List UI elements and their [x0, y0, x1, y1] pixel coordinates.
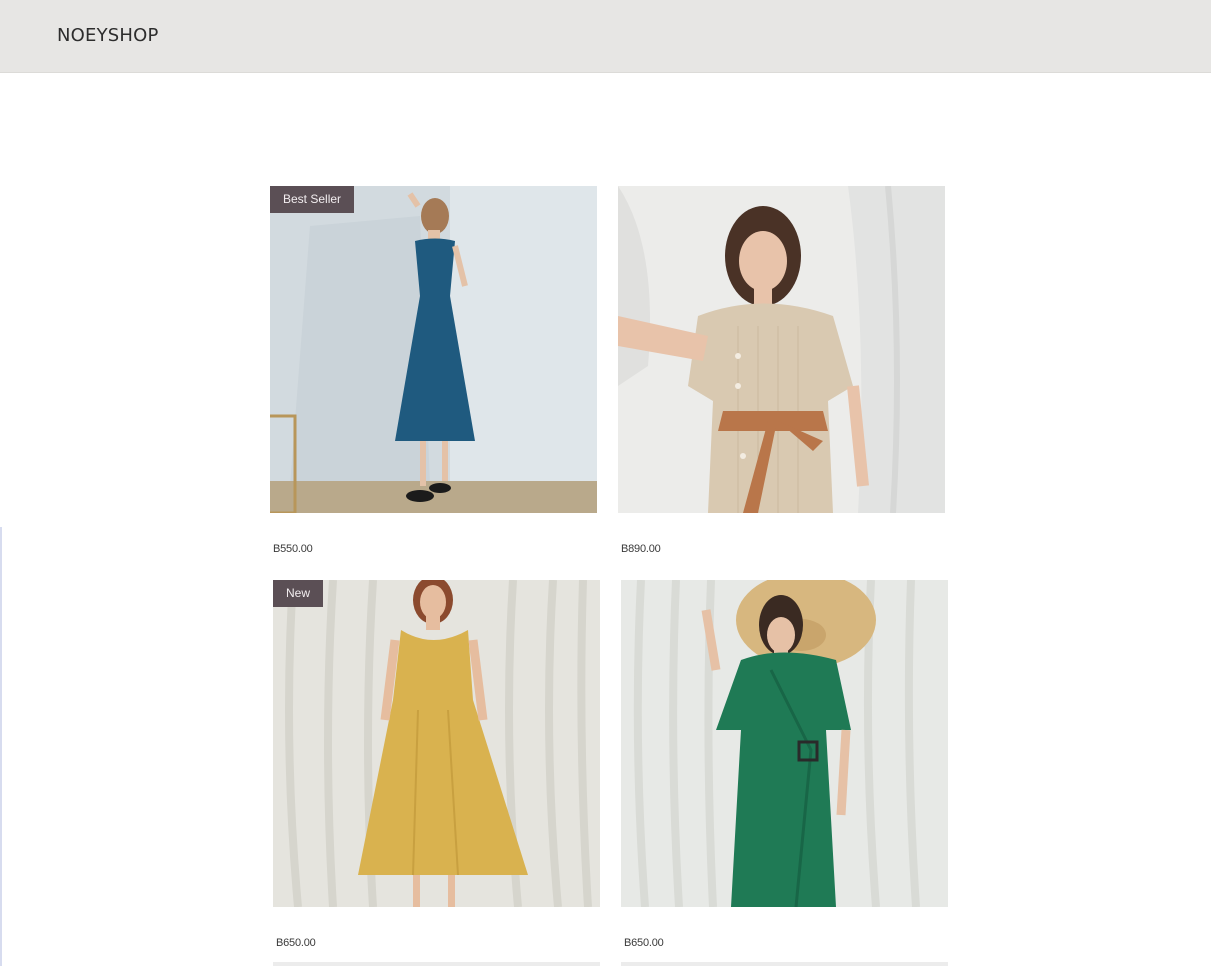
- next-row-card-top: [273, 962, 600, 966]
- brand-logo[interactable]: NOEYSHOP: [57, 25, 159, 46]
- product-price: B890.00: [621, 543, 661, 555]
- product-photo-beige-dress: [618, 186, 945, 513]
- site-header: NOEYSHOP: [0, 0, 1211, 73]
- product-image[interactable]: New: [273, 580, 600, 907]
- left-edge-strip: [0, 527, 2, 966]
- product-price: B650.00: [276, 937, 316, 949]
- product-photo-yellow-dress: [273, 580, 600, 907]
- product-price: B650.00: [624, 937, 664, 949]
- next-row-card-top: [621, 962, 948, 966]
- product-card[interactable]: B890.00: [618, 186, 945, 555]
- product-card[interactable]: B650.00: [621, 580, 948, 949]
- product-image[interactable]: [621, 580, 948, 907]
- product-image[interactable]: Best Seller: [270, 186, 597, 513]
- best-seller-badge: Best Seller: [270, 186, 355, 213]
- product-price: B550.00: [273, 543, 313, 555]
- product-card[interactable]: Best Seller B550.00: [270, 186, 597, 555]
- new-badge: New: [273, 580, 324, 607]
- product-card[interactable]: New B650.00: [273, 580, 600, 949]
- product-photo-blue-dress: [270, 186, 597, 513]
- product-photo-green-dress: [621, 580, 948, 907]
- product-image[interactable]: [618, 186, 945, 513]
